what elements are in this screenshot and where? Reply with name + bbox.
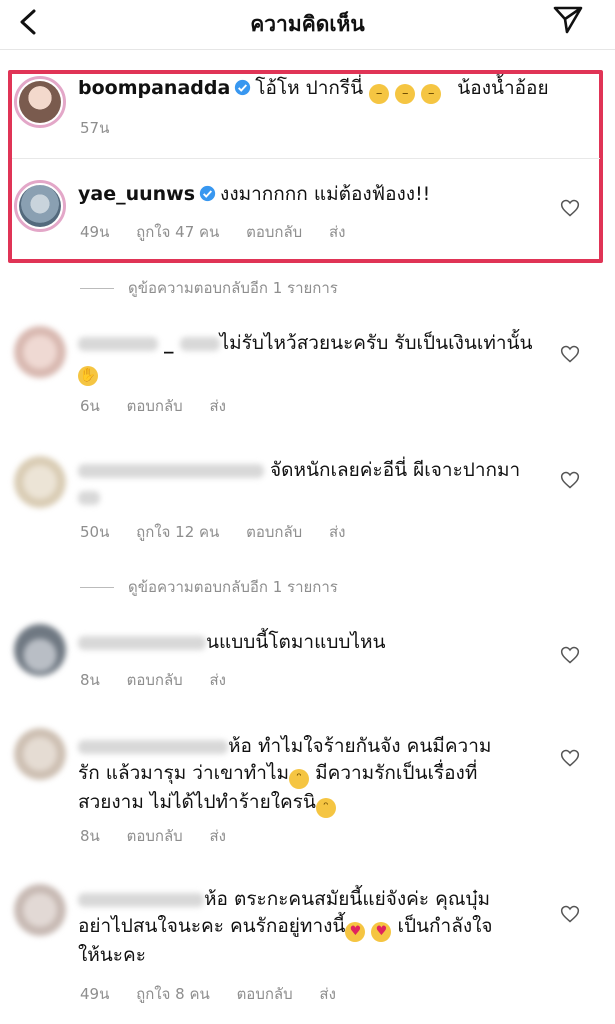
expressionless-emoji-icon: – bbox=[395, 84, 416, 104]
heart-eyes-emoji-icon: ♥ bbox=[371, 922, 392, 942]
comment-meta: 8น ตอบกลับ ส่ง bbox=[80, 824, 248, 848]
reply-button[interactable]: ตอบกลับ bbox=[127, 671, 183, 689]
send-button[interactable]: ส่ง bbox=[209, 671, 225, 689]
avatar[interactable] bbox=[14, 456, 66, 508]
avatar[interactable] bbox=[14, 884, 66, 936]
reply-button[interactable]: ตอบกลับ bbox=[127, 827, 183, 845]
send-button[interactable]: ส่ง bbox=[209, 827, 225, 845]
timestamp: 6น bbox=[80, 397, 100, 415]
heart-icon[interactable] bbox=[560, 344, 580, 364]
header: ความคิดเห็น bbox=[0, 0, 615, 50]
comment-meta: 6น ตอบกลับ ส่ง bbox=[80, 394, 248, 418]
comment-text: ห้อ ตระกะคนสมัยนี้แย่จังค่ะ คุณบุ๋ม อย่า… bbox=[78, 888, 493, 966]
redacted-username bbox=[179, 336, 220, 351]
avatar[interactable] bbox=[14, 76, 66, 128]
redacted-username bbox=[78, 336, 158, 351]
timestamp: 49น bbox=[80, 985, 110, 1003]
likes-count[interactable]: ถูกใจ 8 คน bbox=[136, 985, 210, 1003]
heart-icon[interactable] bbox=[560, 748, 580, 768]
avatar[interactable] bbox=[14, 728, 66, 780]
comment-meta: 57น bbox=[80, 116, 131, 140]
reply-button[interactable]: ตอบกลับ bbox=[246, 523, 302, 541]
redacted-username bbox=[78, 463, 264, 478]
redacted-username bbox=[78, 635, 206, 650]
rolling-laughing-emoji-icon: ᵔ bbox=[315, 798, 336, 818]
timestamp: 49น bbox=[80, 223, 110, 241]
redacted-username bbox=[78, 739, 228, 754]
heart-eyes-emoji-icon: ♥ bbox=[345, 922, 366, 942]
likes-count[interactable]: ถูกใจ 47 คน bbox=[136, 223, 219, 241]
send-button[interactable]: ส่ง bbox=[319, 985, 335, 1003]
heart-icon[interactable] bbox=[560, 470, 580, 490]
timestamp: 57น bbox=[80, 119, 110, 137]
expressionless-emoji-icon: – bbox=[421, 84, 442, 104]
timestamp: 50น bbox=[80, 523, 110, 541]
comment-text: นแบบนี้โตมาแบบไหน bbox=[78, 629, 386, 656]
divider bbox=[12, 158, 600, 159]
comment-text: ห้อ ทำไมใจร้ายกันจัง คนมีความ รัก แล้วมา… bbox=[78, 733, 491, 818]
send-button[interactable]: ส่ง bbox=[329, 523, 345, 541]
verified-badge-icon bbox=[199, 185, 216, 202]
comment-text: yae_uunws งงมากกกก แม่ต้องฟ้องง!! bbox=[78, 183, 431, 205]
send-icon[interactable] bbox=[551, 2, 585, 36]
avatar[interactable] bbox=[14, 326, 66, 378]
reply-button[interactable]: ตอบกลับ bbox=[237, 985, 293, 1003]
heart-icon[interactable] bbox=[560, 645, 580, 665]
clapping-hands-emoji-icon: ✋ bbox=[78, 366, 98, 386]
redacted-username bbox=[78, 892, 204, 907]
tears-of-joy-emoji-icon: ᵔ bbox=[289, 769, 310, 789]
send-button[interactable]: ส่ง bbox=[329, 223, 345, 241]
verified-badge-icon bbox=[235, 79, 251, 96]
send-button[interactable]: ส่ง bbox=[209, 397, 225, 415]
reply-button[interactable]: ตอบกลับ bbox=[127, 397, 183, 415]
comment-text: จัดหนักเลยค่ะอีนี่ ผีเจาะปากมา bbox=[78, 457, 520, 511]
heart-icon[interactable] bbox=[560, 198, 580, 218]
likes-count[interactable]: ถูกใจ 12 คน bbox=[136, 523, 219, 541]
comment-text: boompanadda โอ้โห ปากรีนี่ – – – น้องน้ำอ… bbox=[78, 75, 549, 104]
reply-button[interactable]: ตอบกลับ bbox=[246, 223, 302, 241]
comment-meta: 50น ถูกใจ 12 คน ตอบกลับ ส่ง bbox=[80, 520, 367, 544]
comment-meta: 8น ตอบกลับ ส่ง bbox=[80, 668, 248, 692]
view-replies-button[interactable]: ดูข้อความตอบกลับอีก 1 รายการ bbox=[80, 575, 338, 599]
page-title: ความคิดเห็น bbox=[250, 12, 365, 36]
comment-meta: 49น ถูกใจ 8 คน ตอบกลับ ส่ง bbox=[80, 982, 358, 1006]
expressionless-emoji-icon: – bbox=[369, 84, 390, 104]
comment-text: _ ไม่รับไหว้สวยนะครับ รับเป็นเงินเท่านั้… bbox=[78, 330, 533, 386]
timestamp: 8น bbox=[80, 671, 100, 689]
avatar[interactable] bbox=[14, 624, 66, 676]
comment-meta: 49น ถูกใจ 47 คน ตอบกลับ ส่ง bbox=[80, 220, 367, 244]
username[interactable]: boompanadda bbox=[78, 77, 230, 99]
username[interactable]: yae_uunws bbox=[78, 183, 195, 205]
redacted-text bbox=[78, 490, 100, 505]
avatar[interactable] bbox=[14, 180, 66, 232]
timestamp: 8น bbox=[80, 827, 100, 845]
heart-icon[interactable] bbox=[560, 904, 580, 924]
view-replies-button[interactable]: ดูข้อความตอบกลับอีก 1 รายการ bbox=[80, 276, 338, 300]
